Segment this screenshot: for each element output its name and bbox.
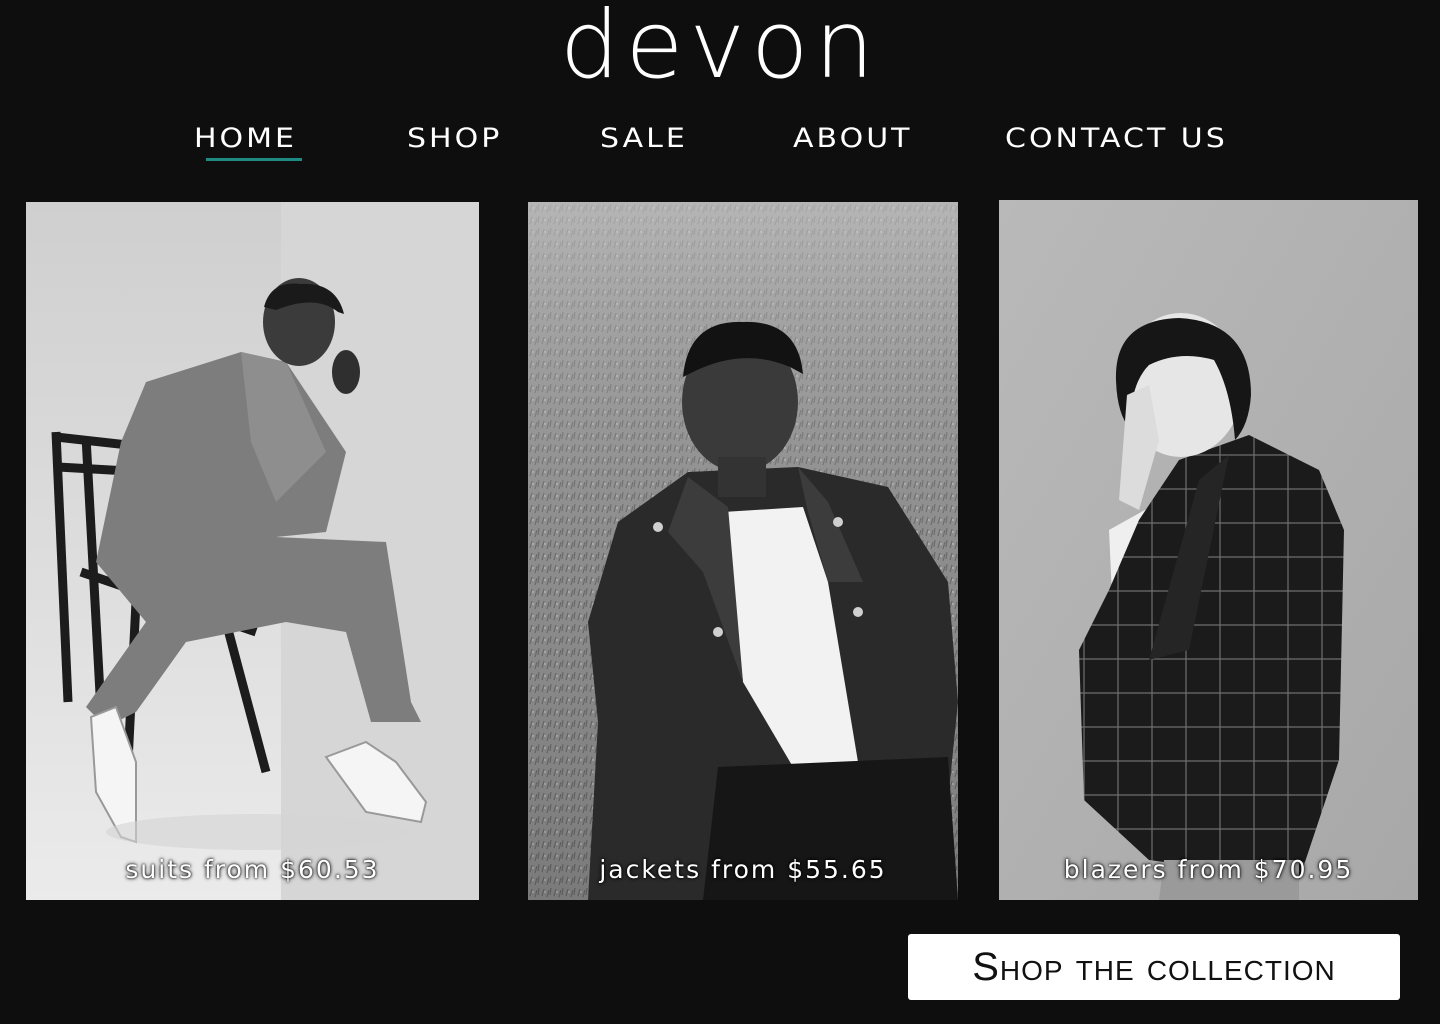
card-caption-jackets: jackets from $55.65: [599, 855, 887, 884]
active-nav-underline: [206, 158, 302, 161]
blazers-photo: [999, 200, 1418, 900]
jackets-photo: [528, 202, 958, 900]
product-card-blazers[interactable]: blazers from $70.95: [999, 200, 1418, 900]
card-caption-suits: suits from $60.53: [125, 855, 380, 884]
card-caption-blazers: blazers from $70.95: [1063, 855, 1354, 884]
nav-item-shop[interactable]: SHOP: [407, 122, 502, 156]
logo[interactable]: Devon: [0, 0, 1440, 97]
nav-item-contact-us[interactable]: contact us: [1005, 122, 1228, 156]
suits-photo: [26, 202, 479, 900]
nav-item-about[interactable]: ABOUT: [793, 122, 912, 156]
product-card-suits[interactable]: suits from $60.53: [26, 202, 479, 900]
nav-item-sale[interactable]: sale: [600, 122, 688, 156]
product-card-jackets[interactable]: jackets from $55.65: [528, 202, 958, 900]
nav-item-home[interactable]: HOME: [194, 122, 297, 156]
shop-collection-button[interactable]: Shop the collection: [908, 934, 1400, 1000]
